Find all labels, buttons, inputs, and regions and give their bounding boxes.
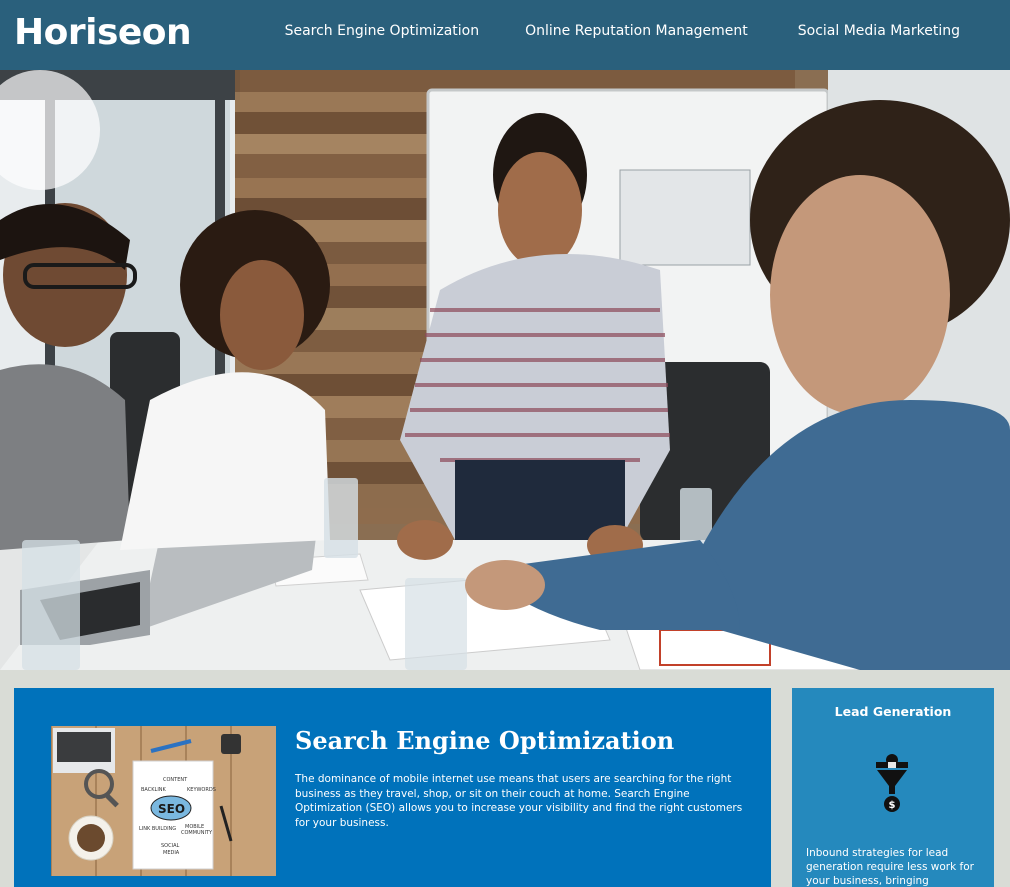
seo-word-social: SOCIAL	[161, 843, 179, 849]
lead-generation-card: Lead Generation $ Inbound strategies for…	[792, 688, 994, 887]
seo-word-media: MEDIA	[163, 850, 180, 856]
nav-link-reputation[interactable]: Online Reputation Management	[525, 23, 748, 39]
seo-word-community: COMMUNITY	[181, 830, 213, 836]
section-title: Search Engine Optimization	[295, 726, 675, 755]
hero-image	[0, 70, 1010, 670]
svg-text:$: $	[889, 800, 896, 811]
seo-word-seo: SEO	[158, 802, 185, 816]
seo-section: CONTENT BACKLINK KEYWORDS MOBILE COMMUNI…	[14, 688, 771, 887]
section-text: The dominance of mobile internet use mea…	[295, 773, 743, 829]
nav-link-seo[interactable]: Search Engine Optimization	[285, 23, 480, 39]
seo-word-content: CONTENT	[163, 777, 188, 783]
seo-word-keywords: KEYWORDS	[187, 787, 216, 793]
card-text: Inbound strategies for lead generation r…	[806, 847, 974, 887]
nav-link-social-media[interactable]: Social Media Marketing	[798, 23, 960, 39]
lead-funnel-icon: $	[873, 752, 911, 814]
card-title: Lead Generation	[834, 704, 952, 719]
site-header: Horiseon Search Engine Optimization Onli…	[0, 0, 1010, 70]
main-nav: Search Engine Optimization Online Reputa…	[285, 23, 1010, 39]
seo-image: CONTENT BACKLINK KEYWORDS MOBILE COMMUNI…	[51, 726, 276, 876]
brand-logo[interactable]: Horiseon	[14, 12, 192, 53]
seo-word-backlink: BACKLINK	[141, 787, 167, 793]
seo-word-link-building: LINK BUILDING	[139, 826, 176, 832]
